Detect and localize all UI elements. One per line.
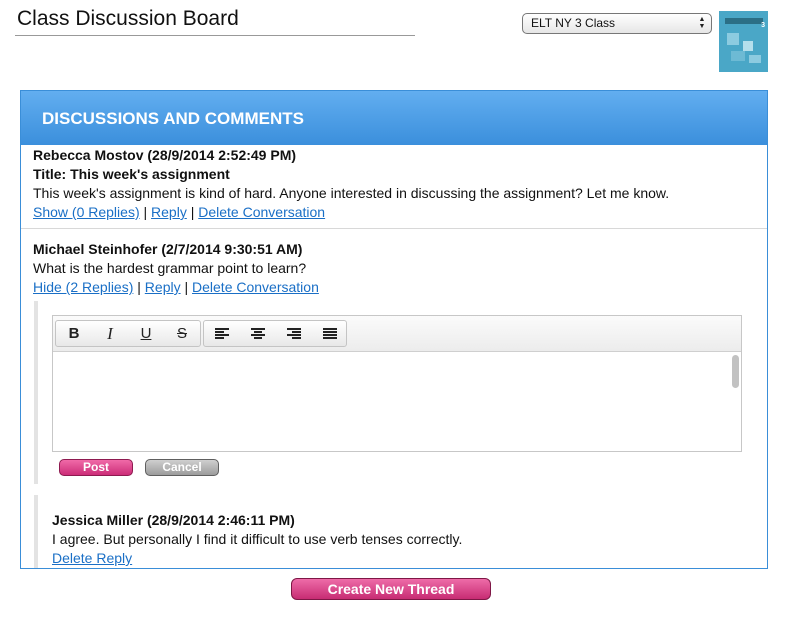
- select-arrows-icon: ▲ ▼: [698, 16, 706, 30]
- cancel-button[interactable]: Cancel: [145, 459, 219, 476]
- align-right-icon: [287, 328, 301, 340]
- class-select-value: ELT NY 3 Class: [531, 16, 616, 30]
- italic-button[interactable]: I: [92, 321, 128, 346]
- reply-link[interactable]: Reply: [145, 279, 181, 295]
- delete-conversation-link[interactable]: Delete Conversation: [198, 204, 325, 220]
- delete-conversation-link[interactable]: Delete Conversation: [192, 279, 319, 295]
- delete-reply-link[interactable]: Delete Reply: [52, 550, 132, 566]
- discussion-panel: DISCUSSIONS AND COMMENTS Rebecca Mostov …: [20, 90, 768, 569]
- align-button-group: [203, 320, 347, 347]
- reply-actions: Delete Reply: [52, 549, 462, 568]
- align-center-icon: [251, 328, 265, 340]
- align-left-button[interactable]: [204, 321, 240, 346]
- panel-header: DISCUSSIONS AND COMMENTS: [21, 91, 767, 145]
- align-justify-icon: [323, 328, 337, 340]
- reply-indent-bar: [34, 495, 38, 568]
- editor-scrollbar[interactable]: [732, 355, 739, 388]
- align-justify-button[interactable]: [312, 321, 348, 346]
- panel-header-title: DISCUSSIONS AND COMMENTS: [42, 109, 304, 128]
- book-cover-thumbnail[interactable]: 3: [719, 11, 768, 72]
- reply-item: Jessica Miller (28/9/2014 2:46:11 PM) I …: [52, 511, 462, 568]
- align-center-button[interactable]: [240, 321, 276, 346]
- thread-actions: Show (0 Replies) | Reply | Delete Conver…: [33, 204, 326, 220]
- thread-author: Rebecca Mostov (28/9/2014 2:52:49 PM): [33, 147, 297, 163]
- thread-item: Michael Steinhofer (2/7/2014 9:30:51 AM)…: [33, 240, 319, 297]
- bold-button[interactable]: B: [56, 321, 92, 346]
- reply-author: Jessica Miller (28/9/2014 2:46:11 PM): [52, 512, 295, 528]
- reply-link[interactable]: Reply: [151, 204, 187, 220]
- align-left-icon: [215, 328, 229, 340]
- strikethrough-button[interactable]: S: [164, 321, 200, 346]
- reply-text-area[interactable]: [53, 352, 741, 451]
- create-new-thread-button[interactable]: Create New Thread: [291, 578, 491, 600]
- thread-body: This week's assignment is kind of hard. …: [33, 185, 670, 201]
- reply-indent-bar: [34, 301, 38, 484]
- title-divider: [15, 35, 415, 36]
- align-right-button[interactable]: [276, 321, 312, 346]
- page-title: Class Discussion Board: [17, 7, 239, 30]
- thread-actions: Hide (2 Replies) | Reply | Delete Conver…: [33, 279, 319, 295]
- class-select[interactable]: ELT NY 3 Class ▲ ▼: [522, 13, 712, 34]
- reply-editor: B I U S: [52, 315, 742, 452]
- hide-replies-link[interactable]: Hide (2 Replies): [33, 279, 133, 295]
- book-cover-label: 3: [761, 22, 765, 29]
- thread-body: What is the hardest grammar point to lea…: [33, 260, 307, 276]
- post-button[interactable]: Post: [59, 459, 133, 476]
- thread-divider: [21, 228, 767, 229]
- show-replies-link[interactable]: Show (0 Replies): [33, 204, 140, 220]
- format-button-group: B I U S: [55, 320, 201, 347]
- thread-title: Title: This week's assignment: [33, 166, 230, 182]
- underline-button[interactable]: U: [128, 321, 164, 346]
- editor-toolbar: B I U S: [53, 316, 741, 352]
- thread-author: Michael Steinhofer (2/7/2014 9:30:51 AM): [33, 241, 303, 257]
- thread-item: Rebecca Mostov (28/9/2014 2:52:49 PM) Ti…: [33, 146, 669, 222]
- reply-body: I agree. But personally I find it diffic…: [52, 531, 463, 547]
